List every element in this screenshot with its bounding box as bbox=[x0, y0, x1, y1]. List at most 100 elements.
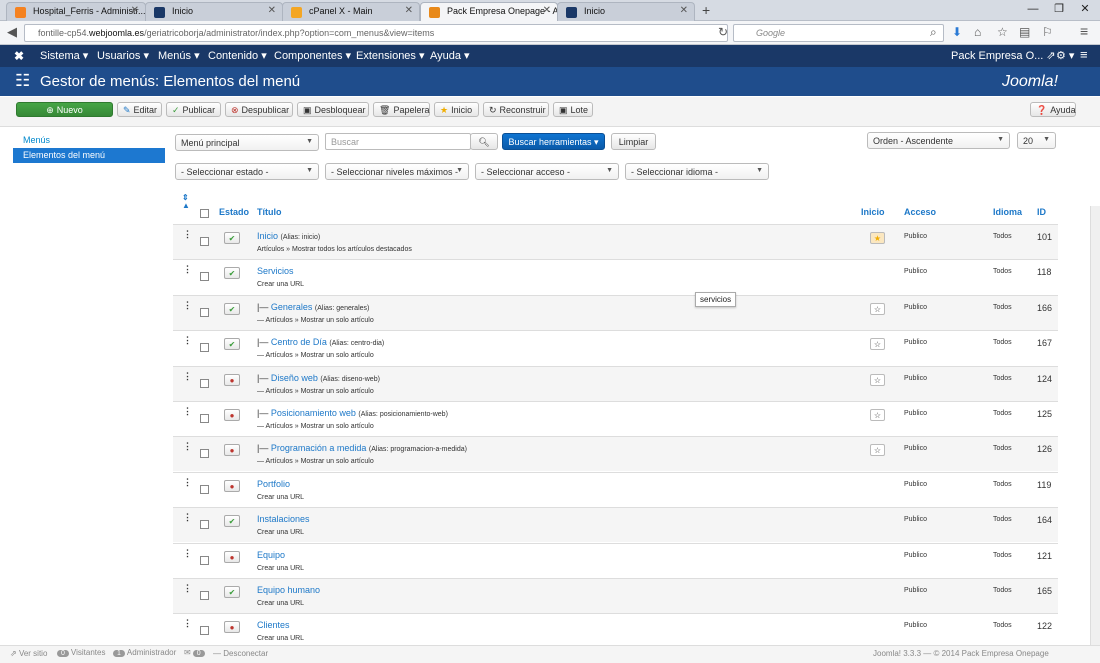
unpublished-icon[interactable]: ● bbox=[224, 550, 240, 563]
menu-components[interactable]: Componentes ▾ bbox=[274, 49, 351, 62]
menu-help[interactable]: Ayuda ▾ bbox=[430, 49, 470, 62]
menu-users[interactable]: Usuarios ▾ bbox=[97, 49, 149, 62]
checkin-button[interactable]: ▣ Desbloquear bbox=[297, 102, 369, 117]
item-title-link[interactable]: Clientes bbox=[257, 620, 290, 630]
drag-handle-icon[interactable]: ⋮ bbox=[183, 477, 192, 486]
url-bar[interactable]: fontille-cp54.webjoomla.es/geriatricobor… bbox=[24, 24, 728, 42]
col-home[interactable]: Inicio bbox=[861, 207, 885, 217]
row-checkbox[interactable] bbox=[200, 555, 209, 565]
unpublish-button[interactable]: ⊗ Despublicar bbox=[225, 102, 293, 117]
published-icon[interactable]: ✔ bbox=[224, 586, 240, 598]
download-icon[interactable]: ⬇ bbox=[952, 25, 962, 39]
addon-icon[interactable]: ⚐ bbox=[1042, 25, 1053, 39]
maximize-icon[interactable]: ❐ bbox=[1046, 0, 1072, 18]
hamburger-icon[interactable]: ≡ bbox=[1080, 47, 1088, 62]
menu-icon[interactable]: ≡ bbox=[1080, 23, 1088, 39]
home-icon[interactable]: ⌂ bbox=[974, 25, 981, 39]
published-icon[interactable]: ✔ bbox=[224, 515, 240, 528]
view-site-link[interactable]: ⇗ Ver sitio bbox=[10, 649, 47, 658]
new-tab-icon[interactable]: + bbox=[702, 2, 710, 18]
set-home-star-icon[interactable]: ☆ bbox=[870, 373, 885, 386]
set-home-star-icon[interactable]: ☆ bbox=[870, 302, 885, 315]
drag-handle-icon[interactable]: ⋮ bbox=[183, 300, 192, 309]
settings-gear-icon[interactable]: ⚙ ▾ bbox=[1056, 49, 1074, 62]
search-input[interactable]: Buscar bbox=[325, 133, 471, 150]
limit-select[interactable]: 20 ▼ bbox=[1017, 132, 1056, 149]
select-all-checkbox[interactable] bbox=[200, 209, 209, 218]
messages-info[interactable]: ✉ 0 bbox=[184, 648, 207, 657]
browser-tab[interactable]: Inicio ✕ bbox=[557, 2, 695, 21]
close-tab-icon[interactable]: ✕ bbox=[131, 5, 139, 16]
bookmarks-list-icon[interactable]: ▤ bbox=[1019, 25, 1030, 39]
row-checkbox[interactable] bbox=[200, 307, 209, 317]
trash-button[interactable]: 🗑 Papelera bbox=[373, 102, 430, 117]
drag-handle-icon[interactable]: ⋮ bbox=[183, 513, 192, 522]
row-checkbox[interactable] bbox=[200, 591, 209, 600]
drag-handle-icon[interactable]: ⋮ bbox=[183, 619, 192, 628]
levels-filter-select[interactable]: - Seleccionar niveles máximos - ▼ bbox=[325, 163, 469, 180]
item-title-link[interactable]: Portfolio bbox=[257, 479, 290, 489]
close-window-icon[interactable]: ✕ bbox=[1072, 0, 1098, 18]
col-id[interactable]: ID bbox=[1037, 207, 1046, 217]
order-select[interactable]: Orden - Ascendente ▼ bbox=[867, 132, 1010, 149]
sort-order-icon[interactable]: ⇕ ▲ bbox=[182, 194, 190, 210]
published-icon[interactable]: ✔ bbox=[224, 338, 240, 351]
browser-tab[interactable]: cPanel X - Main ✕ bbox=[282, 2, 420, 21]
published-icon[interactable]: ✔ bbox=[224, 267, 240, 280]
unpublished-icon[interactable]: ● bbox=[224, 479, 240, 492]
menu-system[interactable]: Sistema ▾ bbox=[40, 49, 88, 62]
drag-handle-icon[interactable]: ⋮ bbox=[183, 230, 192, 239]
sidebar-item-menus[interactable]: Menús bbox=[13, 133, 165, 148]
joomla-logo-icon[interactable]: ✖ bbox=[14, 49, 24, 63]
item-title-link[interactable]: Centro de Día bbox=[271, 337, 327, 347]
published-icon[interactable]: ✔ bbox=[224, 232, 240, 244]
drag-handle-icon[interactable]: ⋮ bbox=[183, 336, 192, 345]
row-checkbox[interactable] bbox=[200, 626, 209, 636]
item-title-link[interactable]: Servicios bbox=[257, 266, 294, 276]
drag-handle-icon[interactable]: ⋮ bbox=[183, 548, 192, 557]
sidebar-item-menu-items[interactable]: Elementos del menú bbox=[13, 148, 165, 163]
unpublished-icon[interactable]: ● bbox=[224, 409, 240, 421]
minimize-icon[interactable]: — bbox=[1020, 0, 1046, 18]
batch-button[interactable]: ▣ Lote bbox=[553, 102, 593, 117]
drag-handle-icon[interactable]: ⋮ bbox=[183, 265, 192, 274]
state-filter-select[interactable]: - Seleccionar estado - ▼ bbox=[175, 163, 319, 180]
site-name-link[interactable]: Pack Empresa O... ⇗ bbox=[951, 49, 1056, 62]
menu-extensions[interactable]: Extensiones ▾ bbox=[356, 49, 425, 62]
close-tab-icon[interactable]: ✕ bbox=[405, 5, 413, 16]
unpublished-icon[interactable]: ● bbox=[224, 444, 240, 457]
menu-content[interactable]: Contenido ▾ bbox=[208, 49, 267, 62]
logout-link[interactable]: — Desconectar bbox=[213, 649, 268, 658]
browser-tab[interactable]: Inicio ✕ bbox=[145, 2, 283, 21]
drag-handle-icon[interactable]: ⋮ bbox=[183, 371, 192, 380]
row-checkbox[interactable] bbox=[200, 449, 209, 459]
browser-tab-active[interactable]: Pack Empresa Onepage - A... ✕ bbox=[420, 2, 558, 22]
help-button[interactable]: ❓ Ayuda bbox=[1030, 102, 1076, 117]
item-title-link[interactable]: Programación a medida bbox=[271, 443, 367, 453]
item-title-link[interactable]: Equipo bbox=[257, 550, 285, 560]
publish-button[interactable]: ✓ Publicar bbox=[166, 102, 221, 117]
col-status[interactable]: Estado bbox=[219, 207, 249, 217]
home-button[interactable]: ★ Inicio bbox=[434, 102, 479, 117]
close-tab-icon[interactable]: ✕ bbox=[268, 5, 276, 16]
close-tab-icon[interactable]: ✕ bbox=[680, 5, 688, 16]
drag-handle-icon[interactable]: ⋮ bbox=[183, 442, 192, 451]
browser-search-input[interactable]: Google bbox=[733, 24, 944, 42]
default-home-star-icon[interactable]: ★ bbox=[870, 232, 885, 244]
col-access[interactable]: Acceso bbox=[904, 207, 936, 217]
edit-button[interactable]: ✎ Editar bbox=[117, 102, 162, 117]
row-checkbox[interactable] bbox=[200, 272, 209, 282]
drag-handle-icon[interactable]: ⋮ bbox=[183, 407, 192, 416]
item-title-link[interactable]: Generales bbox=[271, 302, 313, 312]
close-tab-icon[interactable]: ✕ bbox=[543, 5, 551, 16]
scrollbar[interactable] bbox=[1090, 206, 1100, 645]
row-checkbox[interactable] bbox=[200, 414, 209, 423]
item-title-link[interactable]: Equipo humano bbox=[257, 585, 320, 595]
bookmark-star-icon[interactable]: ☆ bbox=[997, 25, 1008, 39]
row-checkbox[interactable] bbox=[200, 484, 209, 494]
col-language[interactable]: Idioma bbox=[993, 207, 1022, 217]
published-icon[interactable]: ✔ bbox=[224, 302, 240, 315]
search-button[interactable]: 🔍︎ bbox=[470, 133, 498, 150]
back-icon[interactable]: ◀ bbox=[7, 24, 17, 40]
unpublished-icon[interactable]: ● bbox=[224, 621, 240, 634]
